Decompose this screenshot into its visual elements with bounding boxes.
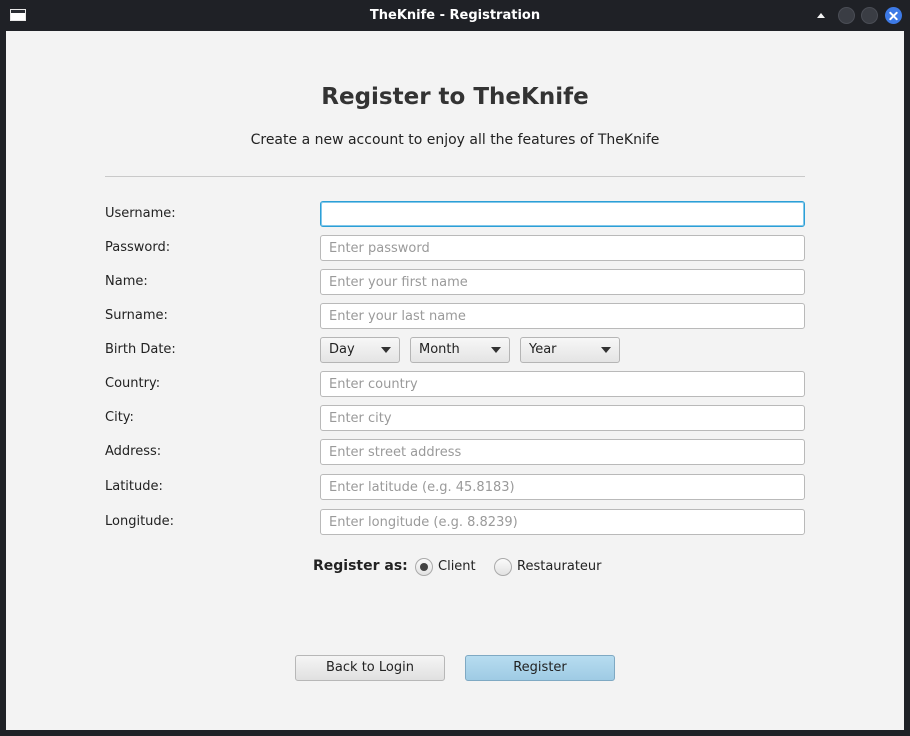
year-select-value: Year <box>529 342 557 357</box>
city-label: City: <box>105 410 134 425</box>
window-title: TheKnife - Registration <box>369 8 541 23</box>
latitude-input[interactable] <box>320 474 805 500</box>
username-input[interactable] <box>320 201 805 227</box>
surname-label: Surname: <box>105 308 168 323</box>
restaurateur-radio[interactable] <box>494 558 512 576</box>
client-radio[interactable] <box>415 558 433 576</box>
register-as-label: Register as: <box>313 558 408 574</box>
password-label: Password: <box>105 240 171 255</box>
page-title: Register to TheKnife <box>321 84 589 110</box>
minimize-button[interactable] <box>838 7 855 24</box>
month-select[interactable]: Month <box>410 337 510 363</box>
longitude-label: Longitude: <box>105 514 175 529</box>
city-input[interactable] <box>320 405 805 431</box>
first-name-input[interactable] <box>320 269 805 295</box>
back-to-login-button[interactable]: Back to Login <box>295 655 445 681</box>
birth-date-label: Birth Date: <box>105 342 176 357</box>
title-bar: TheKnife - Registration <box>0 0 910 31</box>
password-input[interactable] <box>320 235 805 261</box>
chevron-down-icon <box>601 347 611 353</box>
registration-form-panel: Register to TheKnife Create a new accoun… <box>6 31 904 730</box>
divider <box>105 176 805 177</box>
close-button[interactable] <box>885 7 902 24</box>
country-input[interactable] <box>320 371 805 397</box>
username-label: Username: <box>105 206 176 221</box>
latitude-label: Latitude: <box>105 479 163 494</box>
address-input[interactable] <box>320 439 805 465</box>
month-select-value: Month <box>419 342 460 357</box>
longitude-input[interactable] <box>320 509 805 535</box>
country-label: Country: <box>105 376 161 391</box>
name-label: Name: <box>105 274 148 289</box>
keep-above-icon[interactable] <box>813 8 830 23</box>
year-select[interactable]: Year <box>520 337 620 363</box>
maximize-button[interactable] <box>861 7 878 24</box>
address-label: Address: <box>105 444 162 459</box>
day-select[interactable]: Day <box>320 337 400 363</box>
restaurateur-radio-label[interactable]: Restaurateur <box>517 559 602 574</box>
page-subtitle: Create a new account to enjoy all the fe… <box>250 132 660 148</box>
register-button[interactable]: Register <box>465 655 615 681</box>
last-name-input[interactable] <box>320 303 805 329</box>
chevron-down-icon <box>491 347 501 353</box>
client-radio-label[interactable]: Client <box>438 559 476 574</box>
day-select-value: Day <box>329 342 355 357</box>
chevron-down-icon <box>381 347 391 353</box>
registration-window: TheKnife - Registration Register to TheK… <box>0 0 910 736</box>
